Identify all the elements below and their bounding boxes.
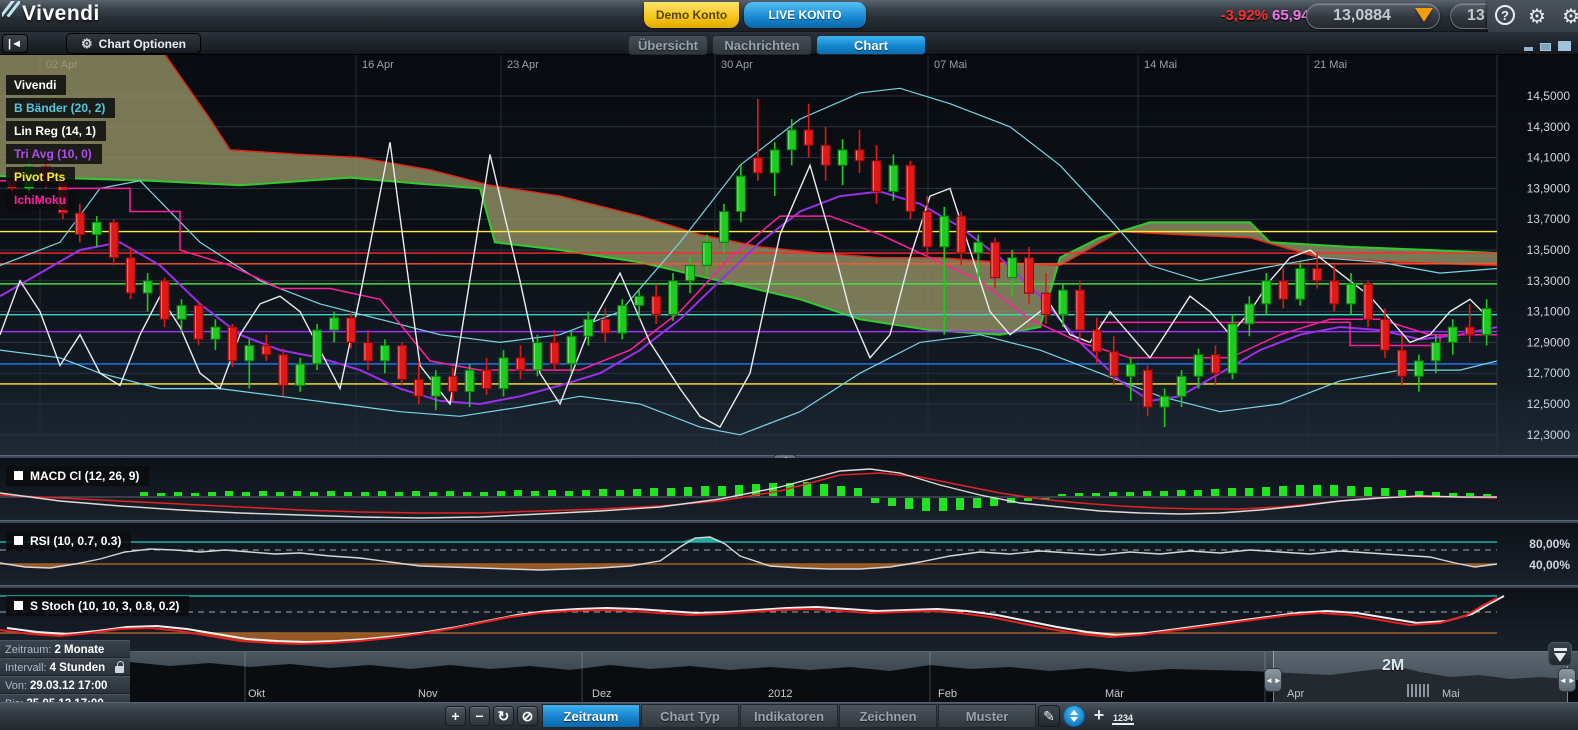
legend-item-ichimoku[interactable]: IchiMoku: [6, 190, 76, 210]
scroll-updown-icon[interactable]: [1063, 705, 1085, 727]
toolbar-tab-chart-typ[interactable]: Chart Typ: [641, 704, 739, 728]
svg-text:2012: 2012: [768, 688, 792, 700]
draw-pencil-icon[interactable]: ✎: [1038, 705, 1060, 727]
legend-item-bbands[interactable]: B Bänder (20, 2): [6, 98, 115, 118]
layout-small-icon[interactable]: [1524, 47, 1533, 51]
stochastic-panel[interactable]: [0, 588, 1578, 651]
open-live-account-button[interactable]: LIVE KONTO ERÖFFNEN: [744, 2, 866, 28]
stochastic-svg: [0, 588, 1578, 651]
svg-text:23 Apr: 23 Apr: [507, 59, 539, 71]
info-row-von: Von:29.03.12 17:00: [0, 676, 130, 694]
trading-app-window: Vivendi Demo Konto LIVE KONTO ERÖFFNEN -…: [0, 0, 1578, 730]
sell-price-button[interactable]: 13,0884: [1306, 3, 1440, 29]
svg-text:Okt: Okt: [248, 688, 265, 700]
stochastic-label[interactable]: S Stoch (10, 10, 3, 0.8, 0.2): [6, 596, 189, 616]
macd-line: [0, 469, 1497, 518]
svg-text:13,5000: 13,5000: [1527, 243, 1571, 257]
svg-text:12,9000: 12,9000: [1527, 335, 1571, 349]
svg-text:14,5000: 14,5000: [1527, 89, 1571, 103]
svg-text:Mär: Mär: [1105, 688, 1124, 700]
zoom-in-button[interactable]: +: [445, 706, 466, 726]
toolbar-tab-muster[interactable]: Muster: [938, 704, 1036, 728]
toolbar-tab-indikatoren[interactable]: Indikatoren: [740, 704, 838, 728]
main-chart-svg[interactable]: 14,5000 14,3000 14,1000 13,9000 13,7000 13,50…: [0, 55, 1578, 455]
minimap-collapse-button[interactable]: [1548, 642, 1572, 666]
layout-large-icon[interactable]: [1558, 41, 1571, 51]
minimap-window-label: 2M: [1382, 657, 1404, 675]
legend-item-triavg[interactable]: Tri Avg (10, 0): [6, 144, 102, 164]
sell-price-value: 13,0884: [1333, 7, 1391, 24]
tools-gear-icon[interactable]: ⚙: [1559, 5, 1578, 29]
top-bar: Vivendi Demo Konto LIVE KONTO ERÖFFNEN -…: [0, 0, 1578, 32]
legend-item-pivot[interactable]: Pivot Pts: [6, 167, 75, 187]
info-row-zeitraum: Zeitraum:2 Monate: [0, 640, 130, 658]
svg-text:Nov: Nov: [418, 688, 438, 700]
header-icon-tray: ? ⚙ ⚙: [1487, 0, 1578, 35]
legend-item-linreg[interactable]: Lin Reg (14, 1): [6, 121, 106, 141]
tab-nachrichten[interactable]: Nachrichten: [712, 35, 812, 55]
svg-text:07 Mai: 07 Mai: [934, 59, 967, 71]
svg-text:12,5000: 12,5000: [1527, 397, 1571, 411]
svg-text:14 Mai: 14 Mai: [1144, 59, 1177, 71]
minimap-left-handle[interactable]: ◄►: [1264, 668, 1282, 692]
tab-chart[interactable]: Chart: [816, 35, 926, 55]
macd-panel[interactable]: [0, 458, 1578, 520]
svg-text:Feb: Feb: [938, 688, 957, 700]
crosshair-icon[interactable]: +: [1088, 705, 1110, 727]
rsi-80-label: 80,00%: [1529, 537, 1570, 551]
svg-text:13,7000: 13,7000: [1527, 212, 1571, 226]
svg-text:14,3000: 14,3000: [1527, 120, 1571, 134]
svg-text:13,3000: 13,3000: [1527, 274, 1571, 288]
svg-text:13,1000: 13,1000: [1527, 305, 1571, 319]
refresh-button[interactable]: ↻: [493, 706, 514, 726]
zoom-out-button[interactable]: −: [469, 706, 490, 726]
legend-symbol[interactable]: Vivendi: [6, 75, 66, 95]
tab-uebersicht[interactable]: Übersicht: [628, 35, 708, 55]
layout-medium-icon[interactable]: [1540, 43, 1551, 51]
bollinger-lower: [0, 335, 1497, 435]
info-row-intervall: Intervall:4 Stunden: [0, 658, 130, 676]
settings-gear-icon[interactable]: ⚙: [1525, 5, 1549, 29]
svg-text:12,7000: 12,7000: [1527, 366, 1571, 380]
rsi-label[interactable]: RSI (10, 0.7, 0.3): [6, 531, 131, 551]
svg-text:21 Mai: 21 Mai: [1314, 59, 1347, 71]
gear-icon: ⚙: [81, 36, 93, 51]
rsi-swatch-icon: [14, 536, 23, 545]
svg-text:14,1000: 14,1000: [1527, 151, 1571, 165]
minimap-right-handle[interactable]: ◄►: [1558, 668, 1576, 692]
brand-logo-icon: [2, 1, 20, 17]
chart-legend: Vivendi B Bänder (20, 2) Lin Reg (14, 1)…: [6, 75, 115, 213]
toolbar-tab-zeitraum[interactable]: Zeitraum: [542, 704, 640, 728]
change-percent: -3,92%: [1198, 7, 1268, 24]
toolbar-tab-zeichnen[interactable]: Zeichnen: [839, 704, 937, 728]
main-chart-panel[interactable]: 14,5000 14,3000 14,1000 13,9000 13,7000 13,50…: [0, 55, 1578, 455]
disable-button[interactable]: ⊘: [517, 706, 538, 726]
chart-options-button[interactable]: ⚙ Chart Optionen: [66, 33, 201, 54]
rsi-40-label: 40,00%: [1529, 558, 1570, 572]
collapse-panel-button[interactable]: |◄: [2, 34, 28, 53]
price-down-arrow-icon: [1415, 8, 1433, 22]
stoch-swatch-icon: [14, 601, 23, 610]
svg-text:16 Apr: 16 Apr: [362, 59, 394, 71]
macd-swatch-icon: [14, 471, 23, 480]
values-display-icon[interactable]: 1234: [1112, 707, 1134, 725]
instrument-title: Vivendi: [22, 2, 100, 26]
svg-text:30 Apr: 30 Apr: [721, 59, 753, 71]
macd-label[interactable]: MACD Cl (12, 26, 9): [6, 466, 149, 486]
demo-account-button[interactable]: Demo Konto: [644, 2, 739, 28]
unlock-icon[interactable]: [115, 666, 124, 673]
rsi-panel[interactable]: [0, 523, 1578, 585]
svg-text:12,3000: 12,3000: [1527, 428, 1571, 442]
tri-avg: [0, 192, 1497, 405]
minimap-selection-window[interactable]: [1273, 651, 1568, 702]
svg-text:13,9000: 13,9000: [1527, 181, 1571, 195]
chart-options-label: Chart Optionen: [99, 37, 186, 51]
rsi-svg: [0, 523, 1578, 585]
help-icon[interactable]: ?: [1493, 5, 1517, 29]
svg-text:Dez: Dez: [592, 688, 612, 700]
macd-svg: [0, 458, 1578, 520]
